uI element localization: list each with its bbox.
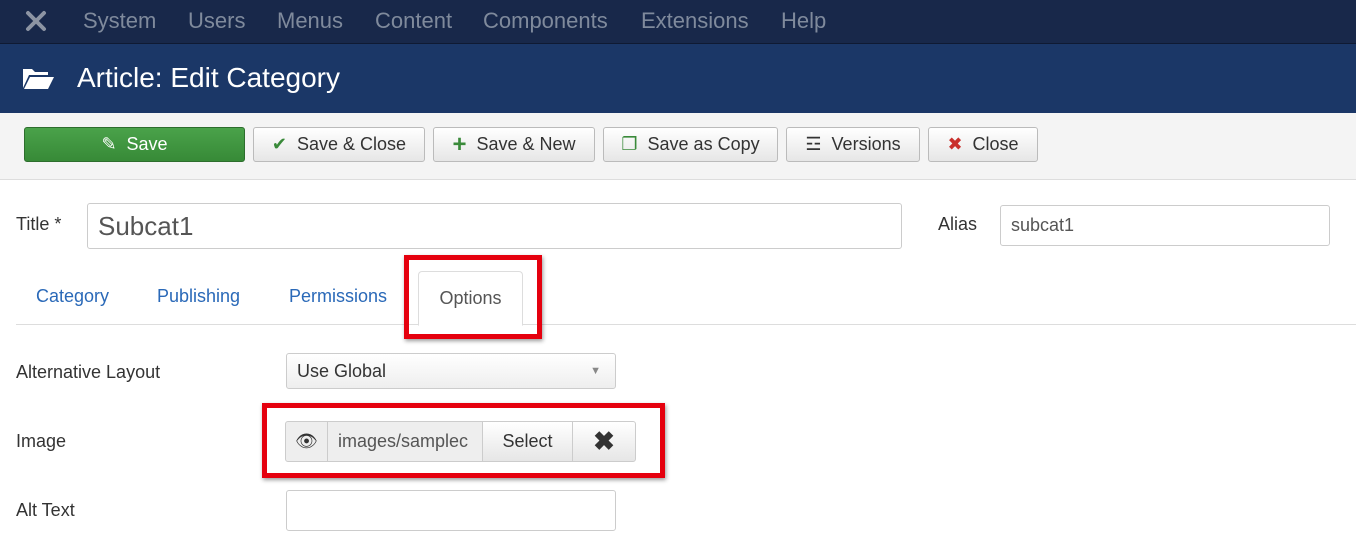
close-circle-icon: ✖: [947, 134, 963, 154]
image-label: Image: [16, 431, 67, 451]
check-icon: ✔: [271, 134, 288, 154]
menu-content[interactable]: Content: [375, 8, 452, 34]
menu-components[interactable]: Components: [483, 8, 608, 34]
menu-extensions[interactable]: Extensions: [641, 8, 749, 34]
save-button[interactable]: ✎ Save: [24, 127, 245, 162]
highlight-box-options: [404, 255, 542, 339]
top-menu-bar: System Users Menus Content Components Ex…: [0, 0, 1356, 44]
folder-open-icon: [23, 69, 54, 89]
alt-layout-select[interactable]: Use Global ▼: [286, 353, 616, 389]
tab-permissions[interactable]: Permissions: [289, 286, 387, 307]
tabs-divider: [16, 324, 1356, 325]
tab-category[interactable]: Category: [36, 286, 109, 307]
dropdown-arrow-icon: ▼: [590, 365, 601, 377]
save-copy-button[interactable]: ❐ Save as Copy: [603, 127, 778, 162]
plus-icon: +: [452, 130, 467, 158]
menu-system[interactable]: System: [83, 8, 156, 34]
alias-input[interactable]: subcat1: [1000, 205, 1330, 246]
menu-help[interactable]: Help: [781, 8, 826, 34]
title-label: Title *: [16, 214, 62, 234]
close-button[interactable]: ✖ Close: [928, 127, 1038, 162]
page-header: Article: Edit Category: [0, 44, 1356, 113]
menu-menus[interactable]: Menus: [277, 8, 343, 34]
versions-button[interactable]: ☲ Versions: [786, 127, 920, 162]
alt-text-input[interactable]: [286, 490, 616, 531]
stack-icon: ☲: [805, 134, 822, 154]
save-new-button[interactable]: + Save & New: [433, 127, 595, 162]
page-title: Article: Edit Category: [77, 62, 340, 93]
save-close-button[interactable]: ✔ Save & Close: [253, 127, 425, 162]
alias-label: Alias: [938, 214, 978, 234]
joomla-logo-icon[interactable]: [24, 9, 48, 33]
alt-text-label: Alt Text: [16, 500, 75, 520]
menu-users[interactable]: Users: [188, 8, 245, 34]
copy-icon: ❐: [621, 134, 638, 154]
tab-publishing[interactable]: Publishing: [157, 286, 240, 307]
edit-icon: ✎: [101, 134, 117, 154]
alt-layout-label: Alternative Layout: [16, 362, 161, 382]
highlight-box-image: [262, 403, 665, 478]
toolbar: ✎ Save ✔ Save & Close + Save & New ❐ Save as…: [0, 113, 1356, 180]
title-input[interactable]: Subcat1: [87, 203, 902, 249]
